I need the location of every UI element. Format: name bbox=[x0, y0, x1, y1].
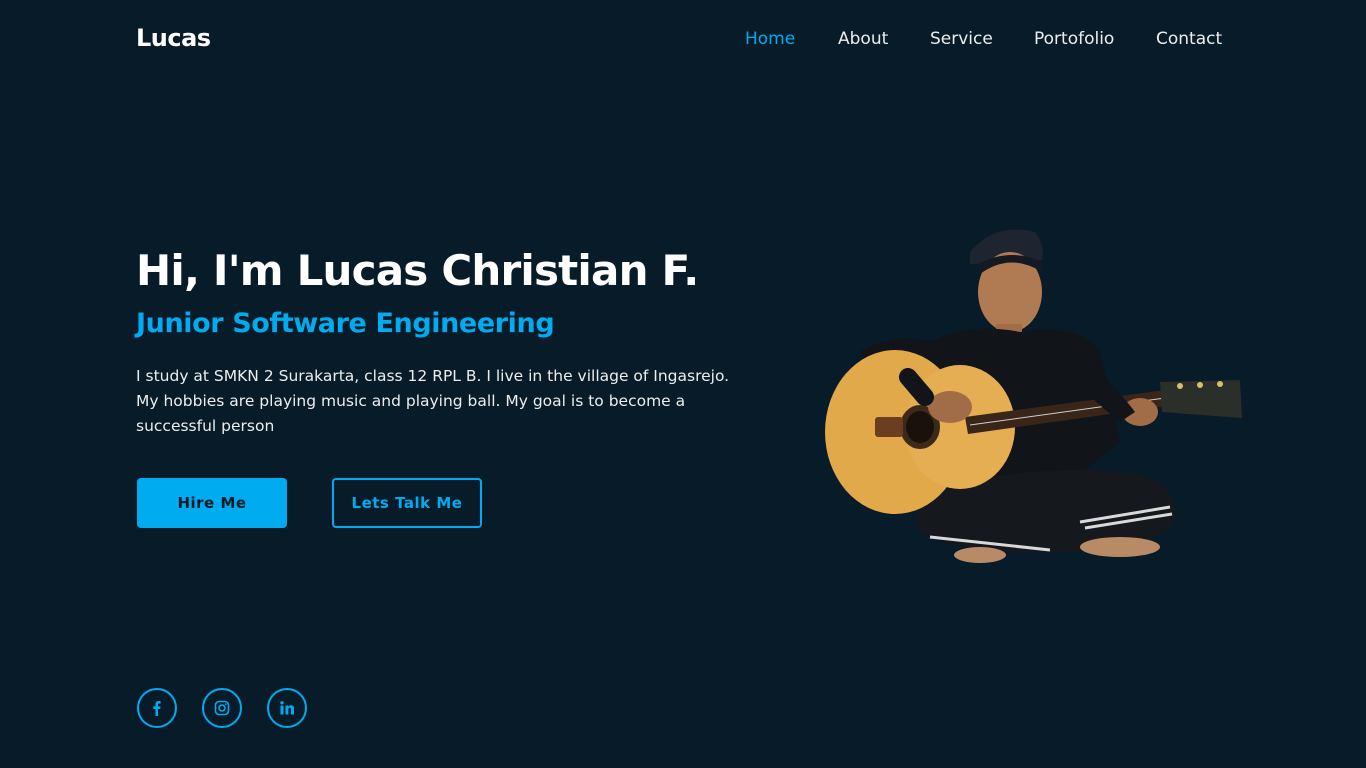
hero-subtitle: Junior Software Engineering bbox=[136, 308, 555, 339]
lets-talk-button[interactable]: Lets Talk Me bbox=[332, 478, 482, 528]
instagram-button[interactable] bbox=[202, 688, 242, 728]
instagram-icon bbox=[214, 700, 230, 716]
hero-title: Hi, I'm Lucas Christian F. bbox=[136, 246, 699, 295]
hire-me-button[interactable]: Hire Me bbox=[137, 478, 287, 528]
nav-portfolio[interactable]: Portofolio bbox=[1034, 29, 1114, 49]
logo[interactable]: Lucas bbox=[136, 24, 211, 52]
hero-description: I study at SMKN 2 Surakarta, class 12 RP… bbox=[136, 367, 730, 435]
facebook-icon bbox=[153, 701, 161, 716]
nav-about[interactable]: About bbox=[838, 29, 888, 49]
person-with-guitar-icon bbox=[825, 229, 1242, 563]
linkedin-icon bbox=[280, 701, 294, 715]
page: Lucas Home About Service Portofolio Cont… bbox=[0, 0, 1366, 768]
nav-home[interactable]: Home bbox=[745, 29, 795, 49]
profile-photo bbox=[820, 222, 1245, 567]
nav-service[interactable]: Service bbox=[930, 29, 993, 49]
linkedin-button[interactable] bbox=[267, 688, 307, 728]
site-header: Lucas Home About Service Portofolio Cont… bbox=[0, 0, 1366, 80]
facebook-button[interactable] bbox=[137, 688, 177, 728]
nav-contact[interactable]: Contact bbox=[1156, 29, 1222, 49]
